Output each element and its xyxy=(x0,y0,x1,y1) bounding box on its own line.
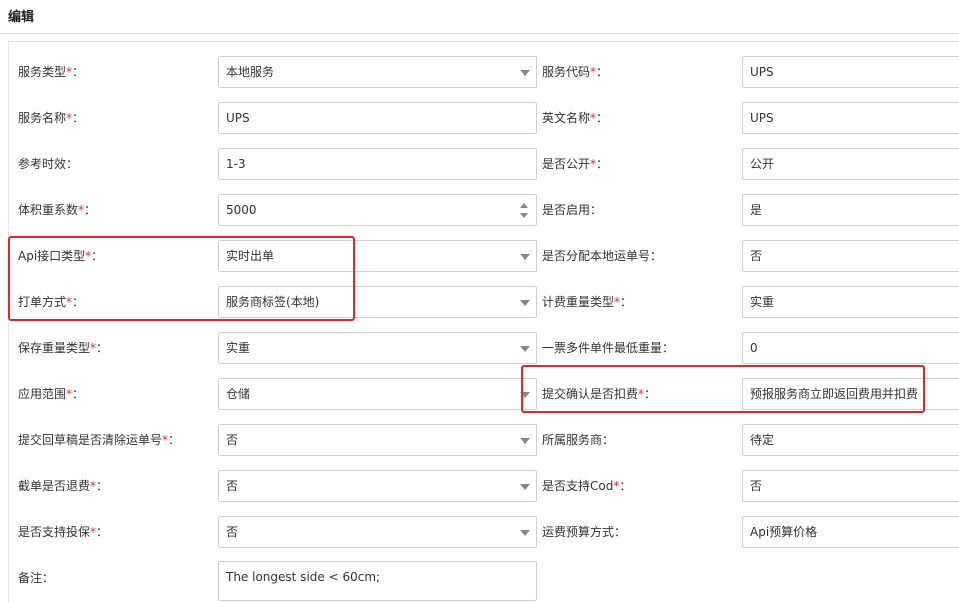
label-draft-clear-tracking: 提交回草稿是否清除运单号*： xyxy=(18,433,181,447)
remark-textarea[interactable]: The longest side < 60cm; xyxy=(218,561,537,601)
label-application-scope: 应用范围*： xyxy=(18,387,85,401)
label-reference-time: 参考时效： xyxy=(18,157,79,171)
label-service-type: 服务类型*： xyxy=(18,65,85,79)
label-freight-estimate: 运费预算方式： xyxy=(542,525,627,539)
spin-down-icon[interactable] xyxy=(520,213,528,218)
label-remark: 备注： xyxy=(18,571,55,585)
billing-weight-type-select[interactable]: 实重 xyxy=(742,286,959,318)
provider-select[interactable]: 待定 xyxy=(742,424,959,456)
dialog-title: 编辑 xyxy=(8,10,35,25)
label-english-name: 英文名称*： xyxy=(542,111,609,125)
label-service-name: 服务名称*： xyxy=(18,111,85,125)
english-name-input[interactable]: UPS xyxy=(742,102,959,134)
label-is-enabled: 是否启用： xyxy=(542,203,603,217)
service-type-select[interactable]: 本地服务 xyxy=(218,56,537,88)
min-piece-weight-input[interactable]: 0 xyxy=(742,332,959,364)
label-min-piece-weight: 一票多件单件最低重量： xyxy=(542,341,675,355)
label-cutoff-refund: 截单是否退费*： xyxy=(18,479,109,493)
reference-time-input[interactable]: 1-3 xyxy=(218,148,537,180)
label-support-cod: 是否支持Cod*： xyxy=(542,479,632,493)
label-billing-weight-type: 计费重量类型*： xyxy=(542,295,633,309)
cutoff-refund-select[interactable]: 否 xyxy=(218,470,537,502)
service-name-input[interactable]: UPS xyxy=(218,102,537,134)
highlight-box-api-print xyxy=(8,236,355,321)
is-public-select[interactable]: 公开 xyxy=(742,148,959,180)
highlight-box-submit-charge xyxy=(521,365,925,413)
label-provider: 所属服务商： xyxy=(542,433,615,447)
label-service-code: 服务代码*： xyxy=(542,65,609,79)
assign-local-tracking-select[interactable]: 否 xyxy=(742,240,959,272)
volume-factor-input[interactable]: 5000 xyxy=(218,194,537,226)
application-scope-select[interactable]: 仓储 xyxy=(218,378,537,410)
support-cod-select[interactable]: 否 xyxy=(742,470,959,502)
freight-estimate-select[interactable]: Api预算价格 xyxy=(742,516,959,548)
service-code-input[interactable]: UPS xyxy=(742,56,959,88)
spin-up-icon[interactable] xyxy=(520,203,528,208)
support-insurance-select[interactable]: 否 xyxy=(218,516,537,548)
is-enabled-select[interactable]: 是 xyxy=(742,194,959,226)
dialog-header: 编辑 xyxy=(0,0,959,34)
label-volume-factor: 体积重系数*： xyxy=(18,203,97,217)
label-is-public: 是否公开*： xyxy=(542,157,609,171)
label-support-insurance: 是否支持投保*： xyxy=(18,525,109,539)
label-save-weight-type: 保存重量类型*： xyxy=(18,341,109,355)
save-weight-type-select[interactable]: 实重 xyxy=(218,332,537,364)
draft-clear-tracking-select[interactable]: 否 xyxy=(218,424,537,456)
label-assign-local-tracking: 是否分配本地运单号： xyxy=(542,249,663,263)
